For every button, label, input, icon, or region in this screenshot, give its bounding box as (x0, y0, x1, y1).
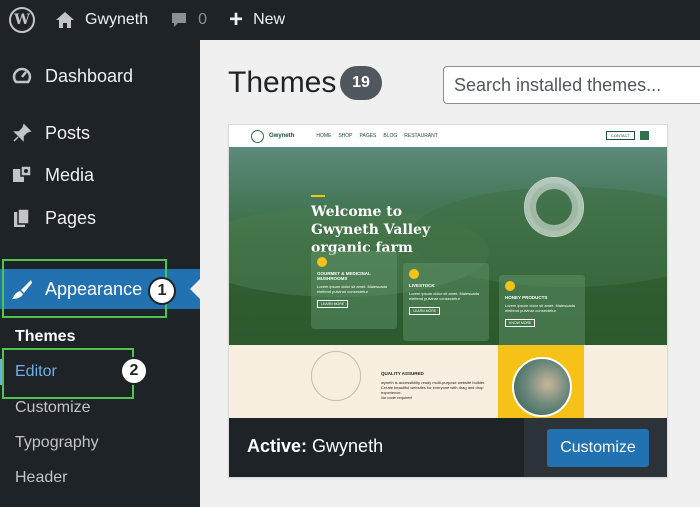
preview-fingerprint-graphic (311, 351, 361, 401)
plus-icon: + (229, 6, 244, 33)
preview-quality-block: QUALITY ASSURED wyneth is accessibility … (381, 371, 491, 400)
preview-box-title: HONEY PRODUCTS (505, 295, 548, 300)
callout-number-2: 2 (120, 357, 148, 385)
preview-quality-heading: QUALITY ASSURED (381, 371, 424, 376)
preview-box-text: Lorem ipsum dolor sit amet. Malesuada el… (409, 291, 480, 301)
preview-feature-box: GOURMET & MEDICINAL MUSHROOMS Lorem ipsu… (311, 251, 397, 329)
site-name: Gwyneth (85, 11, 149, 28)
sidebar-item-posts[interactable]: Posts (0, 113, 200, 153)
preview-contact-button: CONTACT (605, 131, 635, 140)
submenu-header[interactable]: Header (0, 461, 200, 495)
customize-button[interactable]: Customize (547, 429, 649, 467)
preview-box-link: KNOW MORE (505, 319, 536, 327)
sidebar-item-dashboard[interactable]: Dashboard (0, 56, 200, 96)
preview-nav-link: HOME (316, 133, 332, 139)
preview-quality-text: wyneth is accessibility ready multi-purp… (381, 380, 486, 395)
site-name-link[interactable]: Gwyneth (55, 0, 148, 40)
honey-icon (505, 281, 515, 291)
preview-feature-box: HONEY PRODUCTS Lorem ipsum dolor sit ame… (499, 275, 585, 353)
wordpress-logo-icon: W (9, 7, 35, 33)
theme-screenshot[interactable]: Gwyneth HOME SHOP PAGES BLOG RESTAURANT … (229, 125, 667, 418)
page-title: Themes (228, 66, 337, 99)
current-menu-arrow (190, 279, 200, 299)
sidebar-item-label: Pages (45, 207, 97, 228)
comment-bubble-icon (172, 13, 187, 27)
preview-hero: Welcome to Gwyneth Valley organic farm G… (229, 147, 667, 353)
mushroom-icon (317, 257, 327, 267)
preview-headline-line: Welcome to (311, 204, 403, 220)
preview-accent-line (311, 195, 325, 197)
preview-box-text: Lorem ipsum dolor sit amet. Malesuada el… (505, 303, 576, 313)
dashboard-icon (11, 65, 33, 87)
preview-nav-link: BLOG (383, 133, 398, 139)
sidebar-item-label: Posts (45, 122, 91, 143)
pin-icon (11, 122, 33, 144)
new-label: New (253, 11, 286, 28)
preview-cart-icon (640, 131, 649, 140)
preview-farmer-photo (512, 357, 572, 417)
active-theme-card[interactable]: Gwyneth HOME SHOP PAGES BLOG RESTAURANT … (228, 124, 668, 478)
callout-box-appearance (2, 259, 167, 318)
preview-navbar: Gwyneth HOME SHOP PAGES BLOG RESTAURANT … (229, 125, 667, 147)
preview-nav-link: SHOP (338, 133, 353, 139)
sidebar-item-label: Media (45, 164, 95, 185)
callout-number-1: 1 (148, 277, 176, 305)
livestock-icon (409, 269, 419, 279)
preview-brand: Gwyneth (269, 133, 295, 139)
media-icon (11, 164, 33, 186)
comments-count: 0 (198, 11, 208, 28)
preview-headline-line: Gwyneth Valley (311, 222, 431, 238)
wordpress-menu[interactable]: W (0, 0, 35, 40)
home-icon (56, 12, 74, 28)
preview-quality-note: No code required (381, 395, 412, 400)
callout-box-editor (2, 348, 134, 399)
sidebar-item-pages[interactable]: Pages (0, 198, 200, 238)
sidebar-item-media[interactable]: Media (0, 155, 200, 195)
preview-bottom-section: QUALITY ASSURED wyneth is accessibility … (229, 345, 667, 418)
comments-link[interactable]: 0 (170, 0, 207, 40)
theme-count-badge: 19 (340, 66, 382, 100)
search-input[interactable] (443, 66, 700, 104)
preview-box-text: Lorem ipsum dolor sit amet. Malesuada el… (317, 284, 388, 294)
active-theme-name: Gwyneth (312, 436, 384, 456)
active-prefix: Active: (247, 436, 308, 456)
preview-box-link: LEARN MORE (409, 307, 441, 315)
admin-bar: W Gwyneth 0 + New (0, 0, 700, 40)
preview-tree-logo-icon (251, 129, 264, 143)
preview-box-link: LEARN MORE (317, 300, 349, 308)
sidebar-item-label: Dashboard (45, 65, 134, 86)
preview-box-title: GOURMET & MEDICINAL MUSHROOMS (317, 271, 371, 281)
theme-card-footer: Active: Gwyneth Customize (229, 418, 667, 477)
active-theme-label: Active: Gwyneth (247, 436, 383, 457)
pages-icon (11, 207, 33, 229)
submenu-typography[interactable]: Typography (0, 426, 200, 460)
preview-feature-box: LIVESTOCK Lorem ipsum dolor sit amet. Ma… (403, 263, 489, 341)
preview-nav-link: PAGES (359, 133, 377, 139)
preview-headline: Welcome to Gwyneth Valley organic farm (311, 203, 471, 257)
preview-nav-link: RESTAURANT (404, 133, 438, 139)
preview-fingerprint-graphic (524, 177, 584, 237)
new-content-link[interactable]: + New (229, 0, 285, 40)
preview-box-title: LIVESTOCK (409, 283, 435, 288)
